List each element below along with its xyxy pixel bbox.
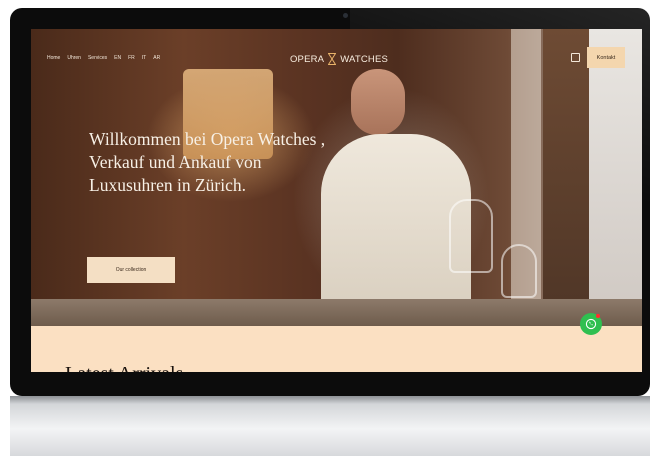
lang-fr[interactable]: FR — [128, 55, 135, 61]
nav-item-services[interactable]: Services — [88, 55, 107, 61]
restaurant-table — [31, 299, 642, 326]
webcam — [343, 13, 348, 18]
hourglass-icon — [328, 53, 337, 65]
notification-badge — [596, 314, 600, 318]
lang-ar[interactable]: AR — [153, 55, 160, 61]
main-nav: Home Uhren Services EN FR IT AR — [47, 55, 160, 61]
website-screen: Home Uhren Services EN FR IT AR OPERA WA… — [31, 29, 642, 372]
logo-text-left: OPERA — [289, 53, 325, 65]
nav-item-uhren[interactable]: Uhren — [67, 55, 81, 61]
hero-headline: Willkommen bei Opera Watches , Verkauf u… — [89, 129, 326, 195]
man-head — [351, 69, 405, 135]
monitor-chin — [10, 396, 650, 456]
wine-glass — [449, 199, 493, 273]
site-logo[interactable]: OPERA WATCHES — [287, 51, 391, 67]
window-light — [589, 29, 642, 326]
chin-shadow — [10, 396, 650, 404]
logo-text-right: WATCHES — [340, 53, 389, 65]
wall-panel — [543, 29, 589, 326]
nav-item-home[interactable]: Home — [47, 55, 60, 61]
square-icon[interactable] — [571, 53, 580, 62]
water-glass — [501, 244, 537, 298]
contact-button[interactable]: Kontakt — [587, 47, 625, 68]
lang-en[interactable]: EN — [114, 55, 121, 61]
our-collection-button[interactable]: Our collection — [87, 257, 175, 283]
section-title: Latest Arrivals — [65, 363, 183, 372]
lang-it[interactable]: IT — [142, 55, 146, 61]
latest-section: Latest Arrivals — [31, 326, 642, 372]
whatsapp-icon — [585, 318, 597, 330]
